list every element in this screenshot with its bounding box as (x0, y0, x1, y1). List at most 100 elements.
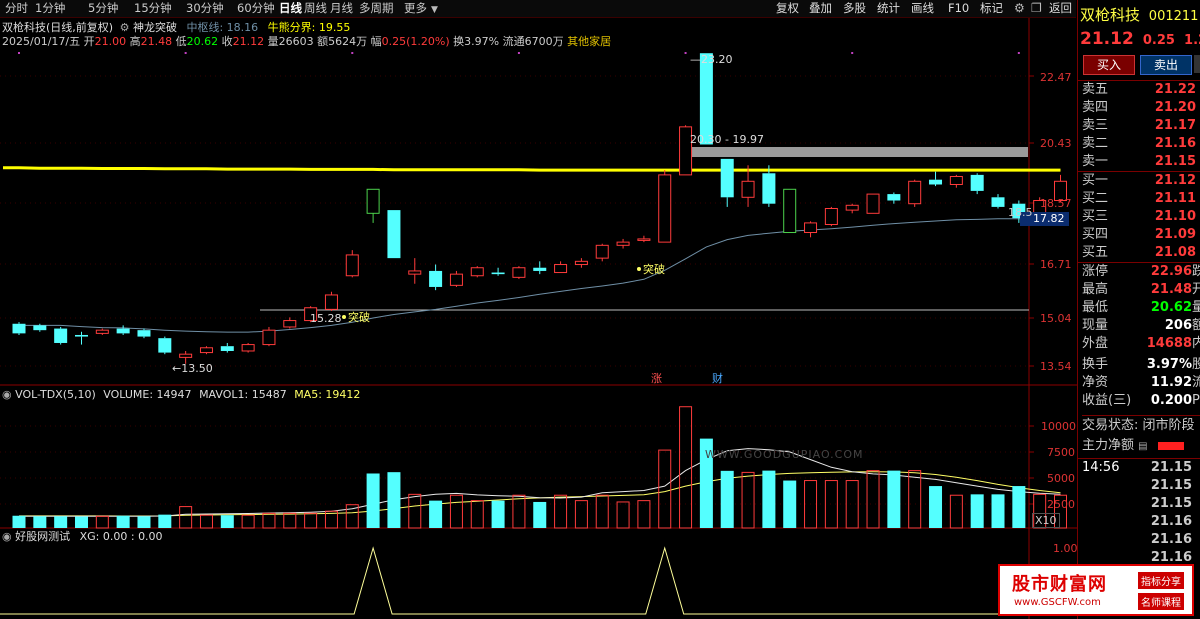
candle-body (158, 338, 172, 353)
vol-tick-2500: 2500 (1047, 498, 1075, 511)
tick-row: 21.15 (1150, 478, 1192, 493)
indicator-tick-1: 1.00 (1053, 542, 1078, 555)
support-price-annotation: 15.28 (310, 312, 342, 325)
marker-dot (18, 52, 20, 54)
period-tab-5min[interactable]: 5分钟 (88, 1, 118, 16)
marker-dot (1017, 52, 1020, 54)
candle-body (658, 174, 672, 243)
dropdown-toggle[interactable] (1194, 55, 1200, 73)
candle-body (241, 344, 255, 352)
toolbar-button-fuquan[interactable]: 复权 (776, 1, 799, 16)
candle-body (491, 272, 505, 275)
candlestick (658, 170, 672, 243)
toolbar-button-tongji[interactable]: 统计 (877, 1, 900, 16)
ask-row-1: 卖一 21.15 (1082, 154, 1196, 169)
period-tab-multi[interactable]: 多周期 (359, 1, 394, 16)
volume-bar (387, 472, 401, 528)
panel-toggle-icon-2[interactable]: ◉ (2, 530, 12, 543)
menu-icon[interactable]: ▤ (1138, 441, 1147, 452)
volume-unit-label: X10 (1032, 513, 1060, 528)
buy-button[interactable]: 买入 (1083, 55, 1135, 75)
ad-tag-indicator[interactable]: 指标分享 (1138, 572, 1184, 589)
event-marker-cai[interactable]: 财 (712, 372, 723, 385)
tick-row: 21.15 (1150, 496, 1192, 511)
gap-range-annotation: 20.30 - 19.97 (690, 133, 764, 146)
candlestick (12, 322, 26, 335)
candle-body (949, 175, 963, 185)
main-funds-header[interactable]: 主力净额 ▤ (1082, 436, 1200, 457)
candle-body (179, 353, 193, 358)
event-marker-zhang[interactable]: 涨 (651, 372, 662, 385)
quote-stock-code: 001211 (1148, 9, 1199, 24)
bid-row-2: 买二 21.11 (1082, 191, 1196, 206)
candle-body (574, 260, 588, 266)
indicator-name-label: 神龙突破 (132, 21, 177, 34)
period-tab-more[interactable]: 更多 (404, 1, 427, 16)
period-toolbar: 分时 1分钟 5分钟 15分钟 30分钟 60分钟 日线 周线 月线 多周期 更… (0, 0, 1076, 18)
high-value: 21.48 (140, 35, 173, 48)
volume-bar (137, 516, 151, 528)
panel-toggle-icon[interactable]: ◉ (2, 388, 12, 401)
ad-tag-course[interactable]: 名师课程 (1138, 593, 1184, 610)
advertisement-banner[interactable]: 股市财富网 www.GSCFW.com 指标分享 名师课程 (998, 564, 1194, 616)
period-tab-fenshi[interactable]: 分时 (5, 1, 28, 16)
period-tab-30min[interactable]: 30分钟 (186, 1, 224, 16)
back-button[interactable]: 返回 (1049, 1, 1072, 16)
xg-value-label: XG: 0.00 : 0.00 (79, 530, 163, 543)
ad-url: www.GSCFW.com (1014, 597, 1101, 608)
y-tick-16-71: 16.71 (1040, 258, 1072, 271)
bid-row-3: 买三 21.10 (1082, 209, 1196, 224)
quote-percent: 1.20% (1184, 33, 1200, 48)
breakout-dot (637, 267, 641, 271)
marker-dot (184, 52, 187, 54)
bid-row-5: 买五 21.08 (1082, 245, 1196, 260)
chevron-down-icon[interactable]: ▼ (431, 3, 438, 18)
candle-body (33, 325, 47, 331)
volume-bar (970, 494, 984, 528)
low-value: 20.62 (186, 35, 219, 48)
candlestick (158, 336, 172, 355)
low-label: 低 (175, 35, 187, 48)
close-label: 收 (221, 35, 233, 48)
candle-body (699, 53, 713, 145)
period-tab-1min[interactable]: 1分钟 (35, 1, 65, 16)
quote-title: 双枪科技 001211 (1080, 4, 1198, 25)
vol-tick-7500: 7500 (1047, 446, 1075, 459)
bull-bear-label: 牛熊分界: 19.55 (267, 21, 351, 34)
volume-label: 量 (267, 35, 279, 48)
candle-body (762, 173, 776, 204)
period-tab-weekly[interactable]: 周线 (304, 1, 327, 16)
right-value-label: 18.5 (1008, 206, 1033, 219)
period-tab-daily[interactable]: 日线 (279, 1, 302, 16)
stat-row-net-asset: 净资11.92流 (1082, 375, 1200, 390)
toolbar-button-duogu[interactable]: 多股 (843, 1, 866, 16)
change-label: 幅 (370, 35, 382, 48)
amount-value: 5624万 (328, 35, 368, 48)
settings-gear-icon[interactable]: ⚙ (1014, 1, 1025, 16)
period-tab-monthly[interactable]: 月线 (330, 1, 353, 16)
period-tab-60min[interactable]: 60分钟 (237, 1, 275, 16)
volume-indicator-name: VOL-TDX(5,10) (15, 388, 96, 401)
toolbar-button-huaxian[interactable]: 画线 (911, 1, 934, 16)
restore-window-icon[interactable]: ❐ (1031, 1, 1042, 16)
turnover-value: 3.97% (464, 35, 500, 48)
float-value: 6700万 (524, 35, 564, 48)
volume-bar (929, 486, 943, 528)
quote-panel: 双枪科技 001211 21.12 0.25 1.20% 买入 卖出 卖五21.… (1077, 0, 1200, 619)
period-tab-15min[interactable]: 15分钟 (134, 1, 172, 16)
candlestick (908, 179, 922, 207)
candle-body (345, 254, 359, 277)
indicator-panel-title: 好股网测试 (15, 530, 71, 543)
gear-icon[interactable]: ⚙ (120, 21, 130, 34)
tick-list: 14:56 21.15 21.15 21.15 21.16 21.16 21.16 (1078, 458, 1200, 569)
candle-body (866, 193, 880, 214)
candlestick (470, 266, 484, 278)
toolbar-button-f10[interactable]: F10 (948, 1, 969, 16)
candle-body (408, 270, 422, 275)
sell-button[interactable]: 卖出 (1140, 55, 1192, 75)
turnover-label: 换 (453, 35, 465, 48)
toolbar-button-biaoji[interactable]: 标记 (980, 1, 1003, 16)
breakout-label-2: 突破 (643, 263, 665, 276)
toolbar-button-diejia[interactable]: 叠加 (809, 1, 832, 16)
change-value: 0.25(1.20%) (381, 35, 450, 48)
